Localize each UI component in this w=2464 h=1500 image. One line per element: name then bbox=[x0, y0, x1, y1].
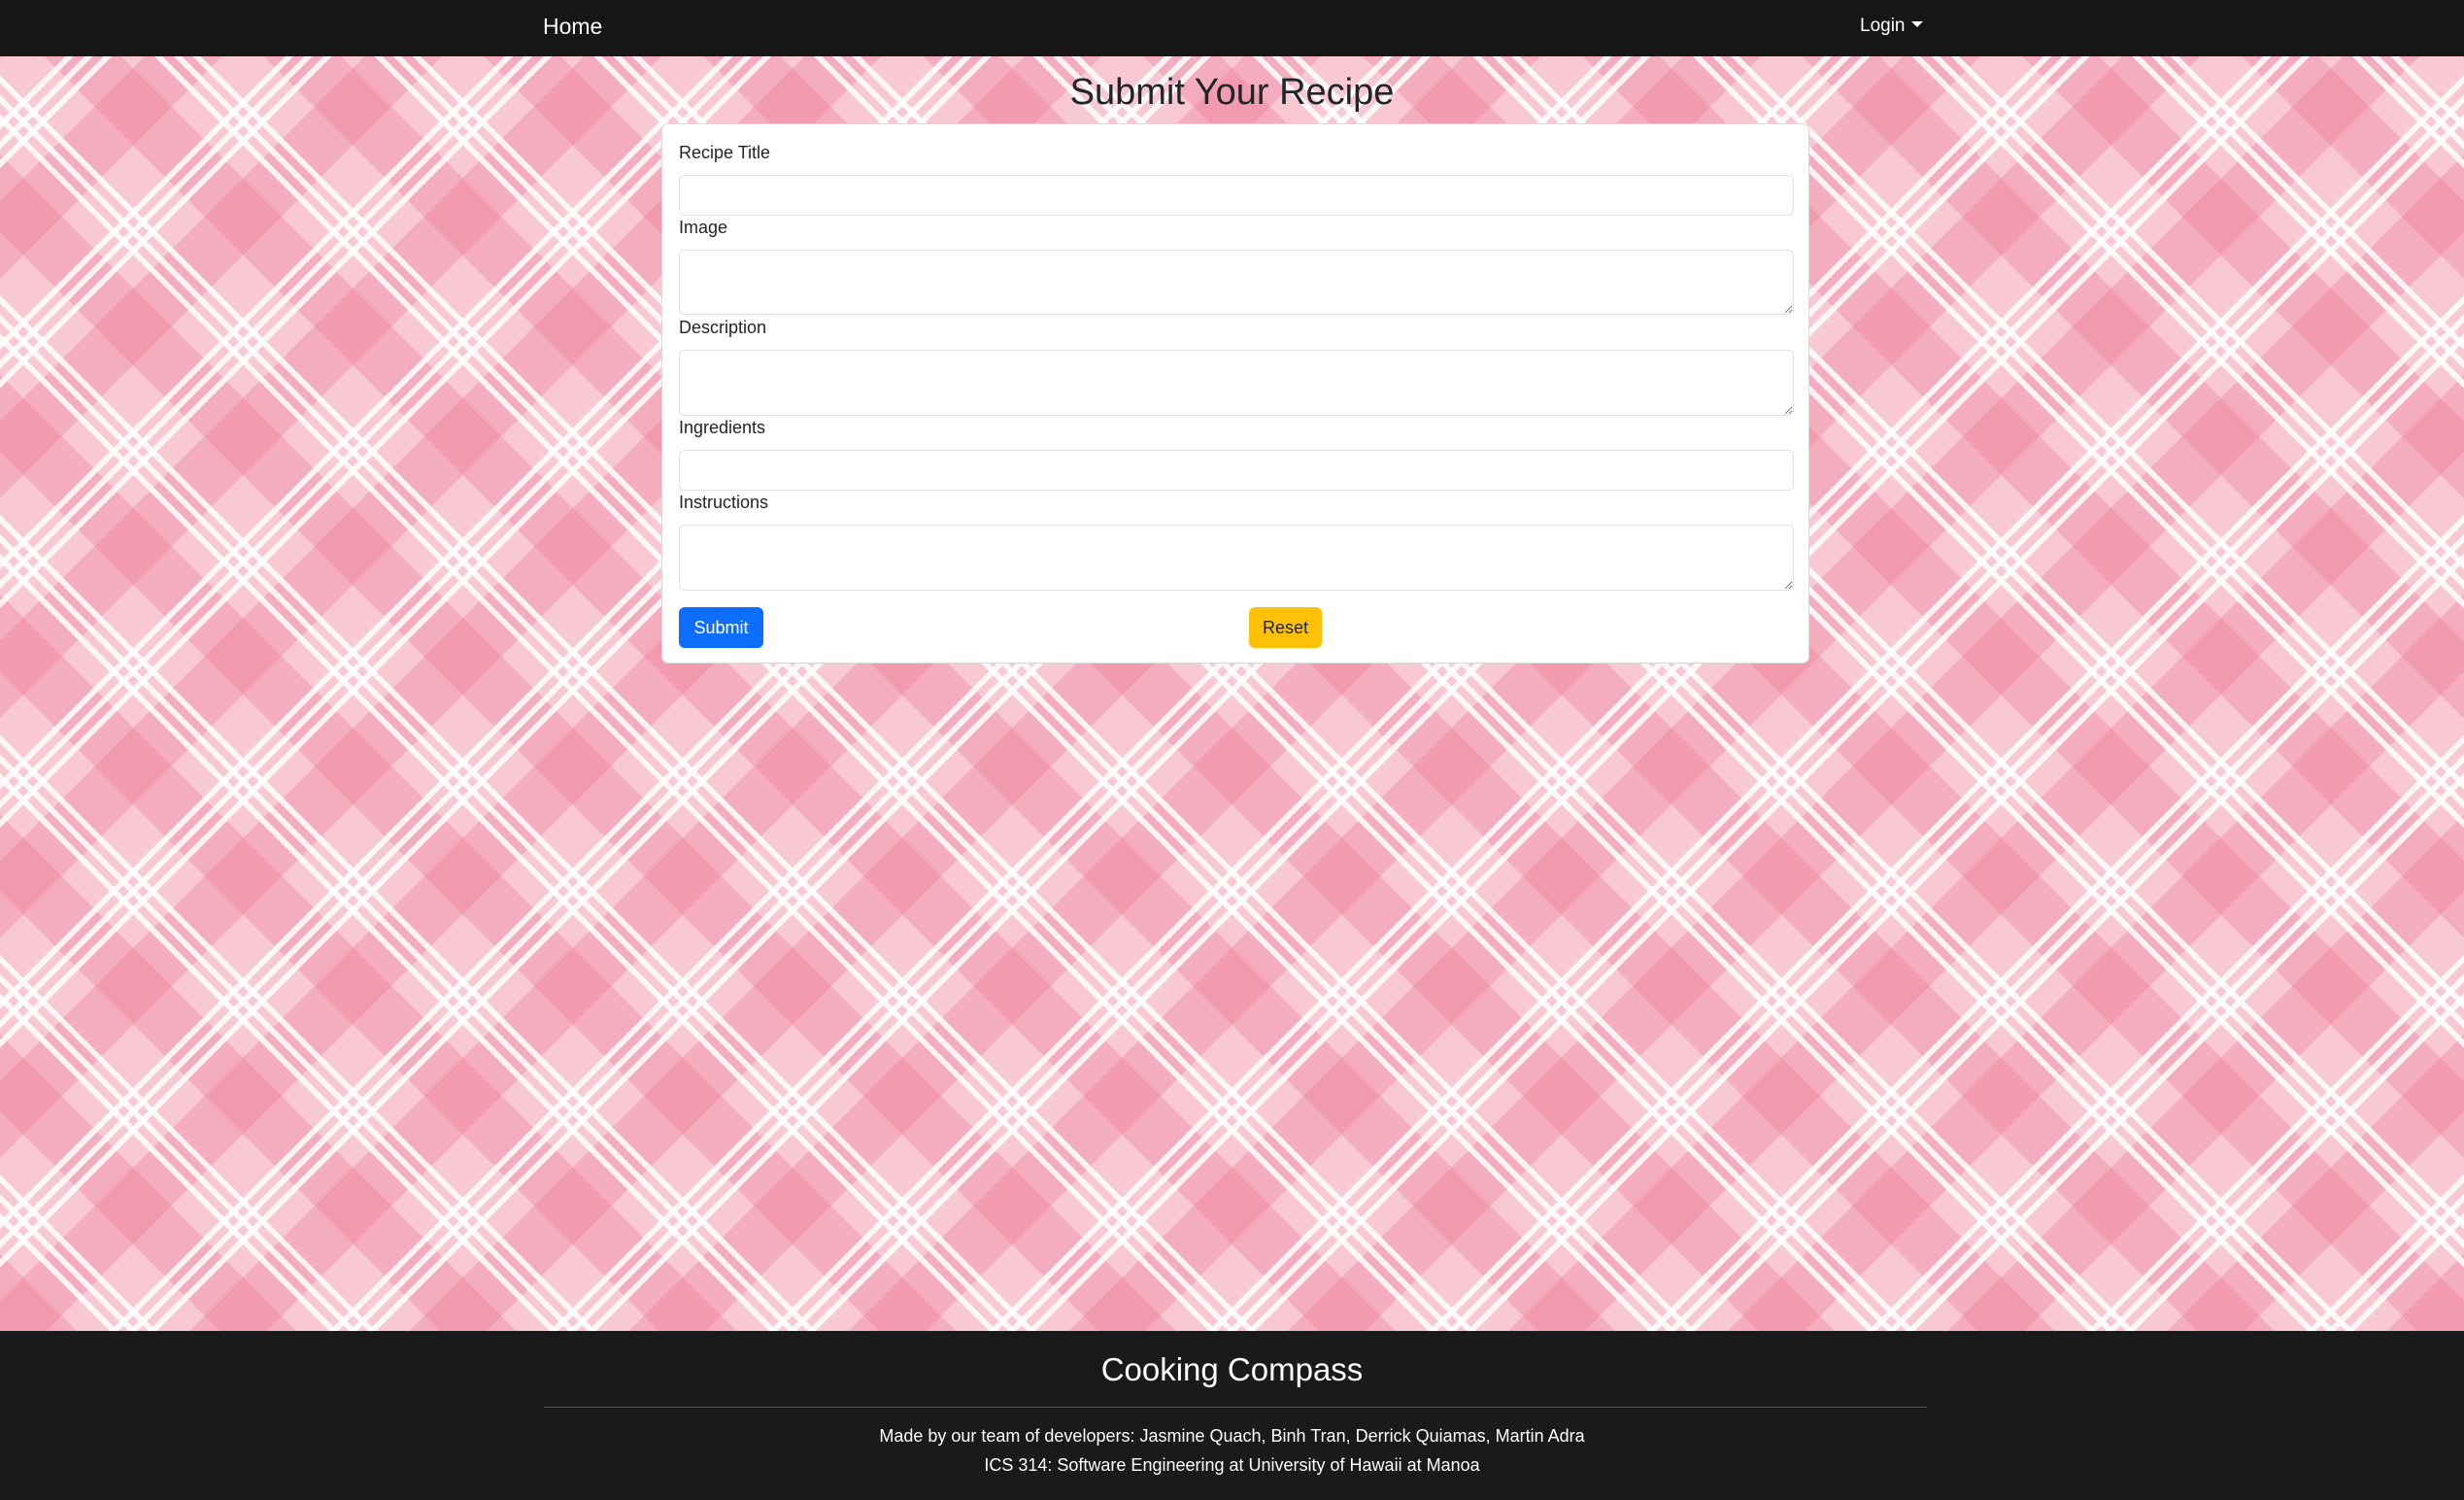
description-textarea[interactable] bbox=[679, 350, 1794, 416]
ingredients-label: Ingredients bbox=[679, 418, 766, 437]
reset-button[interactable]: Reset bbox=[1249, 607, 1322, 648]
login-dropdown[interactable]: Login bbox=[1860, 14, 1923, 39]
submit-button[interactable]: Submit bbox=[679, 607, 763, 648]
page-footer: Cooking Compass Made by our team of deve… bbox=[0, 1331, 2464, 1500]
page-title: Submit Your Recipe bbox=[1069, 72, 1395, 113]
footer-title: Cooking Compass bbox=[1100, 1351, 1364, 1387]
footer-course: ICS 314: Software Engineering at Univers… bbox=[984, 1455, 1480, 1475]
footer-credits: Made by our team of developers: Jasmine … bbox=[879, 1426, 1585, 1446]
image-textarea[interactable] bbox=[679, 250, 1794, 315]
chevron-down-icon bbox=[1910, 21, 1923, 27]
login-label: Login bbox=[1860, 16, 1906, 36]
instructions-label: Instructions bbox=[679, 493, 769, 512]
description-label: Description bbox=[679, 318, 767, 337]
recipe-title-input[interactable] bbox=[679, 175, 1794, 216]
recipe-title-label: Recipe Title bbox=[679, 143, 771, 162]
nav-home-link[interactable]: Home bbox=[543, 12, 602, 41]
instructions-textarea[interactable] bbox=[679, 525, 1794, 591]
recipe-form-card: Recipe Title Image Description Ingredien… bbox=[661, 123, 1809, 664]
image-label: Image bbox=[679, 218, 728, 237]
top-navbar: Home Login bbox=[0, 0, 2464, 56]
footer-divider bbox=[544, 1407, 1927, 1408]
ingredients-input[interactable] bbox=[679, 450, 1794, 491]
